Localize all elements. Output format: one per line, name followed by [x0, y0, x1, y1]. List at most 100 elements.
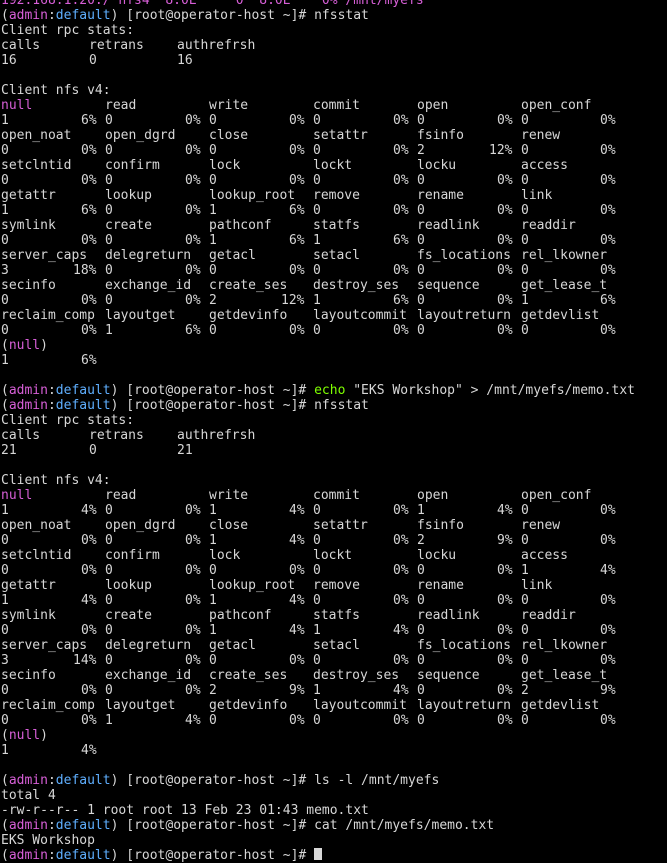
- nfs-op-count: 0: [417, 263, 425, 278]
- nfs-op-name: getattr: [1, 578, 56, 593]
- nfs-op-name: statfs: [313, 218, 360, 233]
- nfs-op-name: destroy_ses: [313, 278, 400, 293]
- nfs-op-percent: 0%: [393, 113, 409, 128]
- nfs-op-name: getacl: [209, 248, 256, 263]
- prompt-colon: :: [47, 773, 56, 788]
- nfs-op-count: 0: [313, 263, 321, 278]
- nfs-op-count: 0: [417, 653, 425, 668]
- nfs-op-count: 3: [1, 653, 9, 668]
- nfs-op-count: 0: [417, 563, 425, 578]
- nfs-op-percent: 0%: [600, 623, 616, 638]
- rpc-value: 21: [177, 443, 193, 458]
- nfs-op-count: 0: [521, 593, 529, 608]
- nfs-op-percent: 6%: [600, 293, 616, 308]
- nfs-op-name: remove: [313, 188, 360, 203]
- prompt-host: [root@operator-host ~]#: [118, 8, 315, 23]
- nfs-op-percent: 0%: [497, 203, 513, 218]
- nfs-op-percent: 0%: [393, 713, 409, 728]
- nfs-op-name: open_dgrd: [105, 128, 176, 143]
- nfs-op-percent: 4%: [81, 743, 97, 758]
- nfs-op-count: 0: [521, 233, 529, 248]
- prompt-context: default: [55, 773, 111, 788]
- prompt-paren: (: [1, 383, 9, 398]
- nfs-op-count: 0: [105, 533, 113, 548]
- nfs-op-percent: 0%: [497, 593, 513, 608]
- nfs-op-percent: 4%: [185, 713, 201, 728]
- nfs-op-name: rel_lkowner: [521, 638, 608, 653]
- nfs-op-percent: 4%: [289, 593, 305, 608]
- nfs-op-percent: 4%: [393, 623, 409, 638]
- nfs-op-name: setattr: [313, 518, 368, 533]
- prompt-user: admin: [8, 8, 48, 23]
- nfs-op-count: 0: [313, 323, 321, 338]
- prompt-line: (admin:default) [root@operator-host ~]# …: [1, 383, 635, 398]
- nfs-op-name: reclaim_comp: [1, 698, 95, 713]
- nfs-op-name: server_caps: [1, 248, 88, 263]
- nfs-op-name: get_lease_t: [521, 668, 608, 683]
- nfs-op-count: 0: [417, 323, 425, 338]
- prompt-context: default: [55, 383, 111, 398]
- nfs-op-name: lookup_root: [209, 578, 296, 593]
- nfs-op-percent: 6%: [81, 113, 97, 128]
- nfs-op-percent: 0%: [289, 143, 305, 158]
- nfs-op-count: 0: [1, 683, 9, 698]
- prompt-host: [root@operator-host ~]#: [118, 383, 315, 398]
- nfs-op-count: 0: [1, 623, 9, 638]
- nfs-op-percent: 0%: [289, 323, 305, 338]
- prompt-paren: (: [1, 818, 9, 833]
- nfs-op-percent: 0%: [600, 653, 616, 668]
- nfs-op-name: server_caps: [1, 638, 88, 653]
- nfs-op-count: 0: [209, 173, 217, 188]
- nfs-op-count: 1: [521, 563, 529, 578]
- nfs-op-percent: 0%: [185, 143, 201, 158]
- nfs-op-count: 0: [521, 623, 529, 638]
- prompt-user: admin: [8, 848, 48, 863]
- prompt-colon: :: [47, 848, 56, 863]
- nfs-op-count: 0: [313, 563, 321, 578]
- nfs-op-percent: 0%: [289, 173, 305, 188]
- nfs-op-percent: 0%: [289, 653, 305, 668]
- terminal-window[interactable]: 192.168.1.20:/ nfs4 8.0E 0 8.0E 0% /mnt/…: [0, 0, 667, 863]
- nfs-op-percent: 0%: [393, 143, 409, 158]
- nfs-op-count: 0: [105, 293, 113, 308]
- nfs-op-name: confirm: [105, 158, 160, 173]
- nfs-op-name: readlink: [417, 218, 480, 233]
- nfs-op-percent: 0%: [81, 683, 97, 698]
- text-cursor[interactable]: [314, 848, 323, 860]
- nfs-op-percent: 9%: [289, 683, 305, 698]
- nfs-op-name: lock: [209, 548, 241, 563]
- nfs-op-name: setacl: [313, 248, 360, 263]
- nfs-op-count: 0: [105, 563, 113, 578]
- nfs-op-count: 1: [1, 743, 9, 758]
- nfs-op-percent: 4%: [600, 563, 616, 578]
- null-label: null: [8, 338, 41, 353]
- nfs-op-percent: 0%: [600, 593, 616, 608]
- cat-output-line: EKS Workshop: [1, 833, 95, 848]
- nfs-op-count: 0: [209, 653, 217, 668]
- nfs-op-percent: 0%: [185, 203, 201, 218]
- nfs-op-percent: 0%: [497, 233, 513, 248]
- nfs-op-percent: 4%: [81, 593, 97, 608]
- nfs-op-count: 0: [209, 713, 217, 728]
- nfs-op-percent: 0%: [289, 113, 305, 128]
- nfs-op-name: layoutget: [105, 698, 176, 713]
- nfs-op-percent: 9%: [600, 683, 616, 698]
- nfs-op-count: 0: [521, 113, 529, 128]
- nfs-op-name: close: [209, 128, 249, 143]
- nfs-op-percent: 0%: [497, 323, 513, 338]
- nfs-op-name: sequence: [417, 278, 480, 293]
- nfs-op-percent: 0%: [600, 263, 616, 278]
- nfs-op-name: lockt: [313, 158, 353, 173]
- nfs-op-count: 1: [105, 713, 113, 728]
- prompt-user: admin: [8, 398, 48, 413]
- prompt-paren: (: [1, 848, 9, 863]
- nfs-op-percent: 0%: [185, 533, 201, 548]
- nfs-op-percent: 0%: [393, 563, 409, 578]
- nfs-op-count: 0: [105, 203, 113, 218]
- nfs-op-count: 1: [105, 323, 113, 338]
- nfs-op-name: close: [209, 518, 249, 533]
- df-output: 192.168.1.20:/ nfs4 8.0E 0 8.0E 0% /mnt/…: [1, 0, 424, 8]
- rpc-title: Client rpc stats:: [1, 23, 134, 38]
- nfs-op-count: 2: [209, 683, 217, 698]
- nfs-op-percent: 0%: [289, 263, 305, 278]
